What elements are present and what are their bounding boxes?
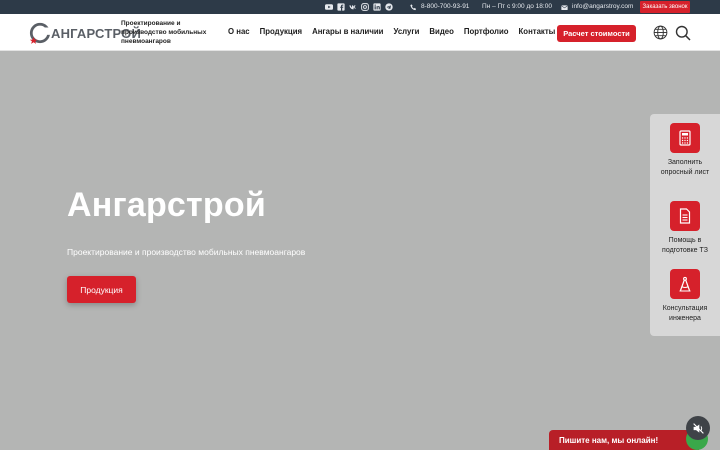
nav-item-contacts[interactable]: Контакты [519, 27, 556, 36]
nav-item-portfolio[interactable]: Портфолио [464, 27, 509, 36]
logo-mark-icon [29, 22, 51, 44]
products-button[interactable]: Продукция [67, 276, 136, 303]
youtube-icon[interactable] [325, 3, 333, 11]
side-item-questionnaire[interactable]: Заполнить опросный лист [650, 123, 720, 177]
nav-item-video[interactable]: Видео [429, 27, 453, 36]
instagram-icon[interactable] [361, 3, 369, 11]
top-bar: 8-800-700-93-91 Пн – Пт с 9:00 до 18:00 … [0, 0, 720, 14]
globe-icon[interactable] [653, 25, 668, 40]
side-item-engineer[interactable]: Консультация инженера [650, 269, 720, 323]
calculate-cost-button[interactable]: Расчет стоимости [557, 25, 636, 42]
document-icon [670, 201, 700, 231]
nav-item-services[interactable]: Услуги [393, 27, 419, 36]
working-hours: Пн – Пт с 9:00 до 18:00 [482, 3, 552, 11]
compass-icon [670, 269, 700, 299]
email-link[interactable]: info@angarstroy.com [561, 3, 633, 11]
telegram-icon[interactable] [385, 3, 393, 11]
nav-item-in-stock[interactable]: Ангары в наличии [312, 27, 383, 36]
callback-button[interactable]: Заказать звонок [640, 1, 690, 13]
phone-number: 8-800-700-93-91 [421, 3, 470, 10]
hours-text: Пн – Пт с 9:00 до 18:00 [482, 3, 552, 10]
email-text: info@angarstroy.com [572, 3, 634, 10]
phone-icon [410, 3, 417, 10]
site-header: АНГАРСТРОЙ Проектирование и производство… [0, 14, 720, 51]
chat-widget-button[interactable]: Пишите нам, мы онлайн! [549, 430, 699, 450]
vk-icon[interactable] [349, 3, 357, 11]
side-item-label: Консультация инженера [662, 305, 708, 322]
mute-sound-button[interactable] [686, 416, 710, 440]
linkedin-icon[interactable] [373, 3, 381, 11]
facebook-icon[interactable] [337, 3, 345, 11]
main-nav: О нас Продукция Ангары в наличии Услуги … [228, 27, 555, 36]
mail-icon [561, 4, 568, 10]
calculator-icon [670, 123, 700, 153]
tagline: Проектирование и производство мобильных … [121, 20, 207, 45]
search-icon[interactable] [675, 25, 691, 41]
side-item-tz-help[interactable]: Помощь в подготовке ТЗ [650, 201, 720, 255]
speaker-muted-icon [692, 422, 704, 434]
nav-item-about[interactable]: О нас [228, 27, 250, 36]
social-links [325, 3, 393, 11]
side-item-label: Заполнить опросный лист [660, 159, 710, 176]
hero-title: Ангарстрой [67, 186, 266, 224]
side-panel: Заполнить опросный лист Помощь в подгото… [650, 114, 720, 336]
side-item-label: Помощь в подготовке ТЗ [662, 237, 708, 254]
hero-subtitle: Проектирование и производство мобильных … [67, 247, 306, 257]
phone-link[interactable]: 8-800-700-93-91 [410, 3, 469, 11]
nav-item-products[interactable]: Продукция [260, 27, 302, 36]
